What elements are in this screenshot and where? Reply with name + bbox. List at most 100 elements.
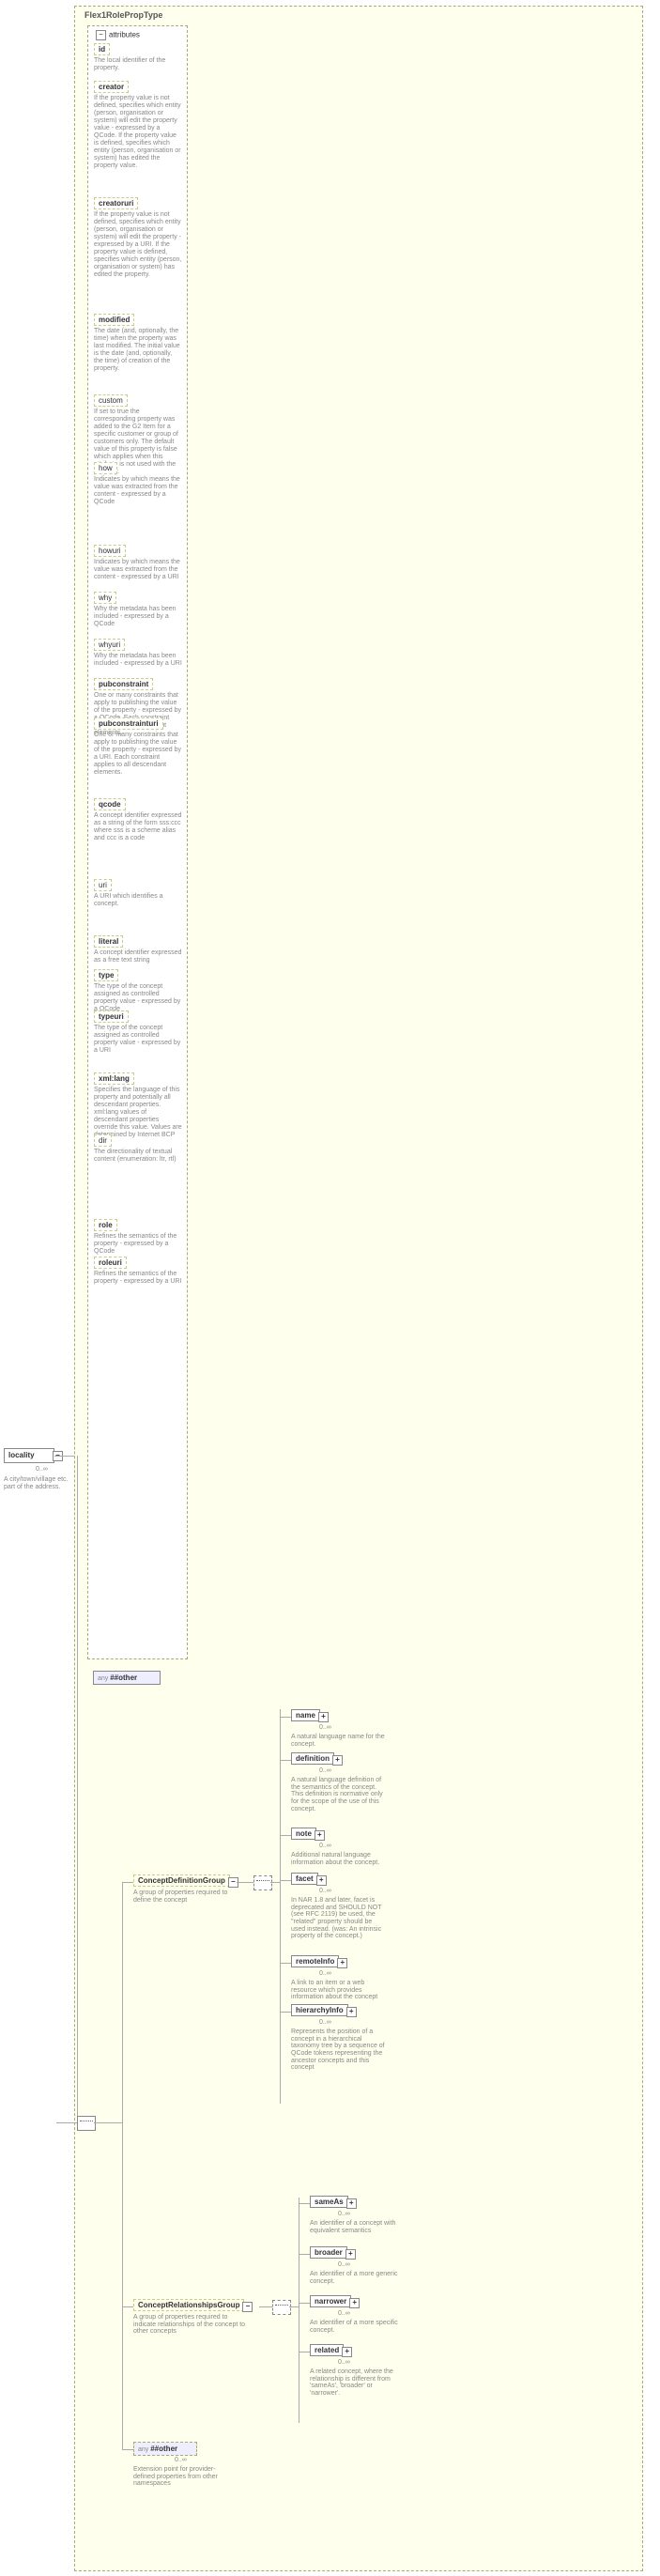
connector [270,1882,280,1883]
expand-icon[interactable]: + [345,2249,356,2260]
attr-name: whyuri [94,639,125,651]
attr-name: creatoruri [94,197,138,209]
elem-related[interactable]: related+ [310,2344,344,2356]
any-other-top: any any ##other##other [93,1671,161,1685]
elem-desc: An identifier of a concept with equivale… [310,2220,404,2234]
attr-name: modified [94,314,134,326]
attr-desc: A URI which identifies a concept. [94,893,182,908]
connector [289,2306,299,2307]
connector [280,1835,291,1836]
concept-definition-group[interactable]: ConceptDefinitionGroup− [133,1874,230,1887]
connector [122,2306,133,2307]
elem-name[interactable]: name+ [291,1709,320,1721]
connector [280,1963,291,1964]
locality-element[interactable]: locality − [4,1448,54,1463]
attr-name: howuri [94,545,126,557]
elem-hierarchyInfo[interactable]: hierarchyInfo+ [291,2004,348,2016]
attr-desc: Refines the semantics of the property - … [94,1233,182,1256]
locality-desc: A city/town/village etc. part of the add… [4,1476,71,1490]
expand-icon[interactable]: + [346,2007,357,2017]
elem-definition[interactable]: definition+ [291,1752,334,1765]
elem-desc: A link to an item or a web resource whic… [291,1980,385,2001]
expand-icon[interactable]: + [349,2298,360,2308]
crg-desc: A group of properties required to indica… [133,2314,246,2336]
connector [280,1760,291,1761]
connector [122,1882,123,2449]
elem-desc: Additional natural language information … [291,1852,385,1866]
elem-range: 0..∞ [338,2310,350,2318]
expand-icon[interactable]: + [318,1712,329,1722]
expand-icon[interactable]: + [346,2198,357,2209]
elem-range: 0..∞ [319,2019,331,2027]
type-title: Flex1RolePropType [84,10,638,20]
expand-icon[interactable]: + [332,1755,343,1766]
connector [122,2449,133,2450]
attr-desc: The type of the concept assigned as cont… [94,1025,182,1055]
any-other-bottom: any ##other [133,2442,197,2456]
locality-range: 0..∞ [36,1466,48,1473]
attr-name: pubconstrainturi [94,717,163,730]
attr-uri: uri A URI which identifies a concept. [94,879,182,908]
elem-range: 0..∞ [319,1724,331,1732]
connector [280,1880,291,1881]
attr-desc: A concept identifier expressed as a stri… [94,812,182,842]
connector [122,1882,133,1883]
attr-howuri: howuri Indicates by which means the valu… [94,545,182,581]
attr-typeuri: typeuri The type of the concept assigned… [94,1010,182,1055]
attr-name: id [94,43,110,55]
attr-name: why [94,592,116,604]
expand-icon[interactable]: − [242,2302,253,2312]
elem-desc: A natural language name for the concept. [291,1734,385,1748]
elem-desc: An identifier of a more specific concept… [310,2320,404,2334]
elem-facet[interactable]: facet+ [291,1873,318,1885]
attr-name: uri [94,879,112,891]
attr-how: how Indicates by which means the value w… [94,462,182,506]
attr-pubconstrainturi: pubconstrainturi One or many constraints… [94,717,182,777]
attr-desc: Indicates by which means the value was e… [94,559,182,581]
connector [280,2012,291,2013]
attr-dir: dir The directionality of textual conten… [94,1134,182,1164]
attr-creatoruri: creatoruri If the property value is not … [94,197,182,279]
attr-literal: literal A concept identifier expressed a… [94,935,182,964]
attr-creator: creator If the property value is not def… [94,81,182,170]
collapse-icon[interactable]: − [96,30,106,40]
elem-sameAs[interactable]: sameAs+ [310,2196,348,2208]
elem-narrower[interactable]: narrower+ [310,2295,351,2307]
attr-name: roleuri [94,1257,127,1269]
expand-icon[interactable]: + [342,2347,352,2357]
elem-desc: A related concept, where the relationshi… [310,2368,404,2398]
attr-desc: The local identifier of the property. [94,57,182,72]
attr-name: pubconstraint [94,678,153,690]
attr-desc: The date (and, optionally, the time) whe… [94,328,182,373]
attr-desc: If the property value is not defined, sp… [94,211,182,279]
connector [299,2303,310,2304]
concept-relationships-group[interactable]: ConceptRelationshipsGroup− [133,2299,244,2311]
elem-note[interactable]: note+ [291,1828,316,1840]
elem-desc: A natural language definition of the sem… [291,1777,385,1812]
attr-desc: A concept identifier expressed as a free… [94,949,182,964]
expand-icon[interactable]: + [337,1958,347,1968]
attr-name: creator [94,81,129,93]
attr-name: type [94,969,118,981]
connector [56,2122,77,2123]
connector [280,1709,281,2104]
elem-range: 0..∞ [319,1970,331,1978]
expand-icon[interactable]: + [316,1875,327,1886]
elem-broader[interactable]: broader+ [310,2246,347,2259]
any-other-range: 0..∞ [175,2457,187,2464]
attr-desc: Why the metadata has been included - exp… [94,653,182,668]
attr-name: how [94,462,117,474]
sequence-indicator [253,1875,272,1890]
attr-roleuri: roleuri Refines the semantics of the pro… [94,1257,182,1286]
connector [237,1882,253,1883]
connector [54,1456,74,1457]
elem-remoteInfo[interactable]: remoteInfo+ [291,1955,339,1967]
connector [259,2306,272,2307]
attr-desc: One or many constraints that apply to pu… [94,732,182,777]
elem-range: 0..∞ [338,2211,350,2218]
elem-range: 0..∞ [319,1843,331,1850]
attr-type: type The type of the concept assigned as… [94,969,182,1013]
expand-icon[interactable]: + [315,1830,325,1841]
attr-id: id The local identifier of the property. [94,43,182,72]
attr-name: literal [94,935,123,948]
